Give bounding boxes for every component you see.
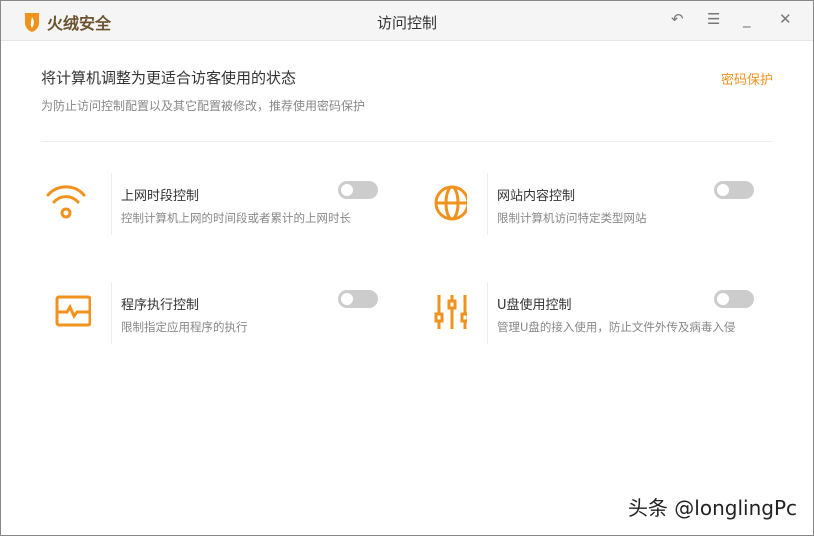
back-icon[interactable]: ↶ [671,10,684,28]
card-usb-control: U盘使用控制 管理U盘的接入使用，防止文件外传及病毒入侵 [417,282,757,344]
wifi-icon [46,185,86,219]
page-heading: 将计算机调整为更适合访客使用的状态 [41,69,297,87]
card-website-content: 网站内容控制 限制计算机访问特定类型网站 [417,173,757,235]
internet-time-toggle[interactable] [338,181,378,199]
minimize-icon[interactable]: _ [743,10,751,28]
watermark: 头条 @longlingPc [627,496,797,520]
window-title: 访问控制 [376,14,437,32]
globe-icon [434,185,467,221]
title-bar: 火绒安全 访问控制 ↶ ☰ _ ✕ [1,1,813,41]
divider [41,141,773,142]
card-desc: 限制指定应用程序的执行 [121,320,248,334]
website-content-toggle[interactable] [714,181,754,199]
card-title: 网站内容控制 [497,189,576,204]
card-program-exec: 程序执行控制 限制指定应用程序的执行 [41,282,381,344]
sliders-icon [434,295,467,329]
password-protect-link[interactable]: 密码保护 [721,69,773,88]
program-exec-toggle[interactable] [338,290,378,308]
card-title: U盘使用控制 [497,298,572,313]
card-desc: 控制计算机上网的时间段或者累计的上网时长 [121,211,351,225]
card-title: 程序执行控制 [121,298,200,313]
usb-control-toggle[interactable] [714,290,754,308]
card-desc: 限制计算机访问特定类型网站 [497,211,647,225]
card-internet-time: 上网时段控制 控制计算机上网的时间段或者累计的上网时长 [41,173,381,235]
close-icon[interactable]: ✕ [779,10,792,28]
page-subtitle: 为防止访问控制配置以及其它配置被修改，推荐使用密码保护 [41,99,366,113]
card-title: 上网时段控制 [121,189,200,204]
card-desc: 管理U盘的接入使用，防止文件外传及病毒入侵 [497,320,736,334]
monitor-pulse-icon [55,295,91,327]
menu-icon[interactable]: ☰ [707,10,720,28]
